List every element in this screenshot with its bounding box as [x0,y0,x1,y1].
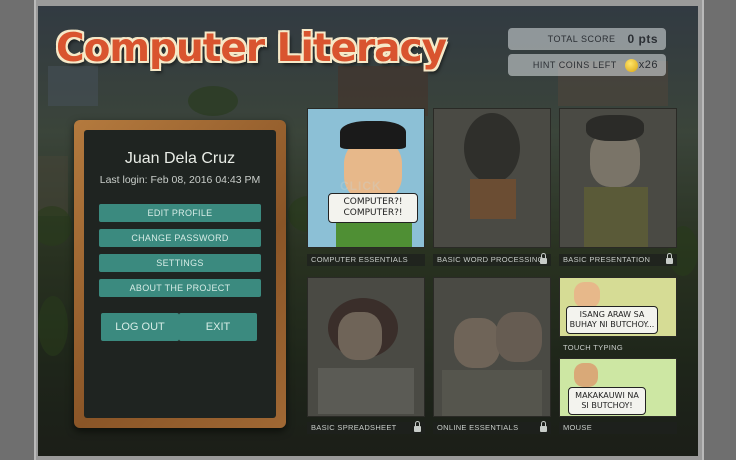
about-project-button[interactable]: ABOUT THE PROJECT [99,279,261,297]
exit-button[interactable]: EXIT [179,313,257,341]
user-name: Juan Dela Cruz [124,150,236,167]
edit-profile-button[interactable]: EDIT PROFILE [99,204,261,222]
click-hint: CLICK [340,179,382,193]
module-basic-spreadsheet[interactable] [307,277,425,417]
module-label: MOUSE [559,422,677,434]
game-title: Computer Literacy [56,26,447,71]
speech-bubble: COMPUTER?! COMPUTER?! [328,193,418,223]
chalkboard: Juan Dela Cruz Last login: Feb 08, 2016 … [84,130,276,418]
lock-icon [540,253,547,264]
lock-icon [414,421,421,432]
module-label: COMPUTER ESSENTIALS [307,254,425,266]
module-computer-essentials[interactable]: COMPUTER?! COMPUTER?! CLICK [307,108,425,248]
module-label: TOUCH TYPING [563,343,623,352]
module-online-essentials[interactable] [433,277,551,417]
last-login: Last login: Feb 08, 2016 04:43 PM [99,174,261,186]
hint-coins-label: HINT COINS LEFT [532,60,617,70]
lock-icon [666,253,673,264]
module-mouse[interactable]: MAKAKAUWI NA SI BUTCHOY! [559,358,677,417]
module-touch-typing[interactable]: ISANG ARAW SA BUHAY NI BUTCHOY... [559,277,677,337]
total-score-label: TOTAL SCORE [547,34,616,44]
module-basic-word-processing[interactable] [433,108,551,248]
hint-coins-value: x26 [638,59,658,71]
game-stage: Computer Literacy TOTAL SCORE 0 pts HINT… [38,6,698,456]
logout-button[interactable]: LOG OUT [101,313,179,341]
lock-icon [540,421,547,432]
total-score-panel: TOTAL SCORE 0 pts [508,28,666,50]
coin-icon [624,58,638,72]
module-label: BASIC WORD PROCESSING [433,253,551,266]
module-label: BASIC PRESENTATION [559,253,677,266]
module-basic-presentation[interactable] [559,108,677,248]
speech-bubble: ISANG ARAW SA BUHAY NI BUTCHOY... [566,306,658,334]
profile-board: Juan Dela Cruz Last login: Feb 08, 2016 … [74,120,286,428]
total-score-value: 0 pts [627,32,658,46]
change-password-button[interactable]: CHANGE PASSWORD [99,229,261,247]
module-label: ONLINE ESSENTIALS [433,421,551,434]
module-label: BASIC SPREADSHEET [307,421,425,434]
hint-coins-panel: HINT COINS LEFT x26 [508,54,666,76]
settings-button[interactable]: SETTINGS [99,254,261,272]
speech-bubble: MAKAKAUWI NA SI BUTCHOY! [568,387,646,415]
